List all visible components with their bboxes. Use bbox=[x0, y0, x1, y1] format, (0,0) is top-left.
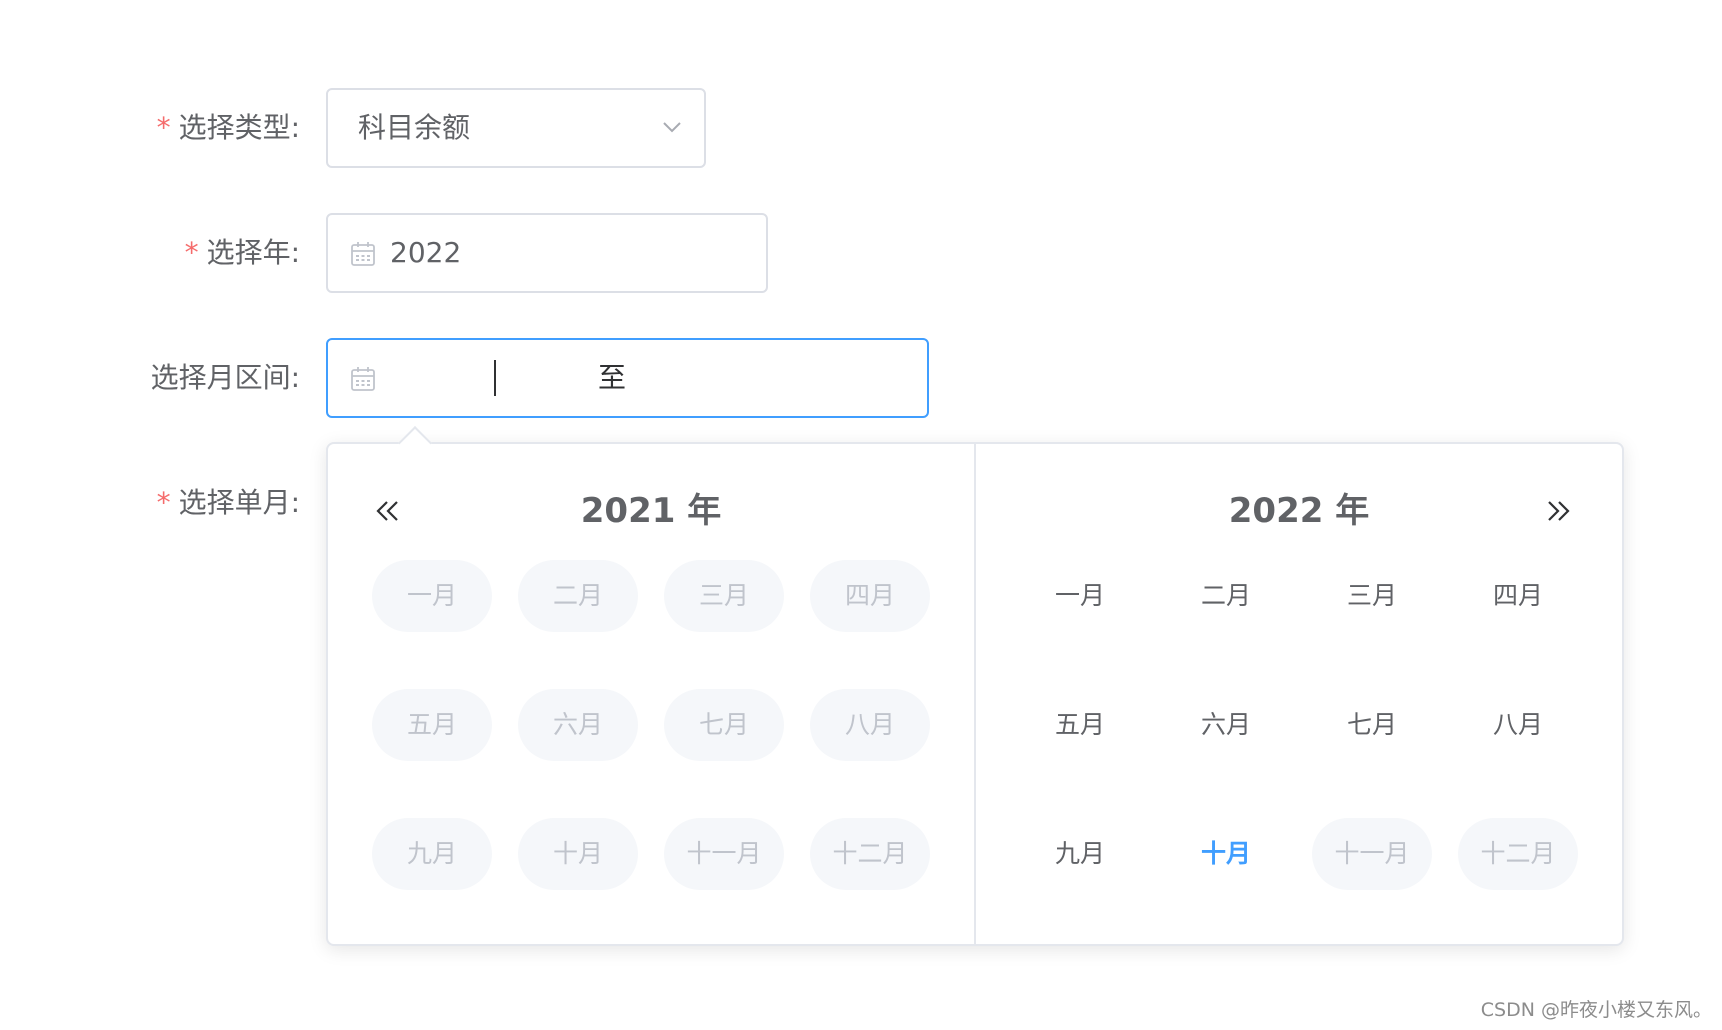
right-year-panel: 2022 年 一月 二月 三月 四月五月 六月 七月 八月九月 十月 十一月 十二月 bbox=[976, 444, 1622, 944]
year-label: * 选择年: bbox=[184, 236, 300, 269]
left-month-cell: 十月 bbox=[518, 818, 638, 890]
right-month-cell[interactable]: 四月 bbox=[1458, 560, 1578, 632]
single-month-label: * 选择单月: bbox=[156, 486, 300, 519]
right-month-cell[interactable]: 六月 bbox=[1166, 689, 1286, 761]
right-month-cell[interactable]: 九月 bbox=[1020, 818, 1140, 890]
right-month-cell[interactable]: 五月 bbox=[1020, 689, 1140, 761]
left-year-panel: 2021 年 一月 二月 三月 四月五月 六月 七月 八月九月 十月 十一月 十二月 bbox=[328, 444, 974, 944]
month-range-label: 选择月区间: bbox=[150, 361, 300, 394]
calendar-icon bbox=[351, 242, 375, 266]
right-month-cell[interactable]: 一月 bbox=[1020, 560, 1140, 632]
year-form-item: * 选择年: bbox=[0, 213, 300, 293]
right-month-cell[interactable]: 八月 bbox=[1458, 689, 1578, 761]
left-month-cell: 二月 bbox=[518, 560, 638, 632]
type-form-item: * 选择类型: bbox=[0, 88, 300, 168]
calendar-icon bbox=[351, 367, 375, 391]
month-range-form-item: 选择月区间: bbox=[0, 338, 300, 418]
left-month-cell: 五月 bbox=[372, 689, 492, 761]
left-month-cell: 八月 bbox=[810, 689, 930, 761]
single-month-form-item: * 选择单月: bbox=[0, 463, 300, 543]
range-start-input[interactable] bbox=[494, 360, 496, 396]
month-range-input[interactable]: 至 bbox=[326, 338, 929, 418]
right-month-cell: 十一月 bbox=[1312, 818, 1432, 890]
right-month-cell[interactable]: 十月 bbox=[1166, 818, 1286, 890]
left-month-cell: 六月 bbox=[518, 689, 638, 761]
required-mark: * bbox=[156, 111, 171, 144]
right-month-cell: 十二月 bbox=[1458, 818, 1578, 890]
left-month-cell: 九月 bbox=[372, 818, 492, 890]
range-separator: 至 bbox=[598, 361, 627, 394]
right-month-cell[interactable]: 二月 bbox=[1166, 560, 1286, 632]
left-month-cell: 四月 bbox=[810, 560, 930, 632]
required-mark: * bbox=[184, 236, 199, 269]
right-month-cell[interactable]: 七月 bbox=[1312, 689, 1432, 761]
left-month-cell: 一月 bbox=[372, 560, 492, 632]
type-select-value: 科目余额 bbox=[358, 111, 471, 144]
type-select[interactable]: 科目余额 bbox=[326, 88, 706, 168]
type-label: * 选择类型: bbox=[156, 111, 300, 144]
left-panel-title: 2021 年 bbox=[580, 491, 722, 531]
chevron-down-icon bbox=[663, 122, 681, 133]
right-panel-title: 2022 年 bbox=[1228, 491, 1370, 531]
left-month-cell: 七月 bbox=[664, 689, 784, 761]
year-picker-input[interactable]: 2022 bbox=[326, 213, 768, 293]
required-mark: * bbox=[156, 486, 171, 519]
left-month-cell: 十一月 bbox=[664, 818, 784, 890]
month-range-picker-panel: 2021 年 一月 二月 三月 四月 五月 六月 七月 八月 九月 十月 十一月 十二月 2022 年… bbox=[326, 426, 1624, 946]
double-chevron-right-icon[interactable] bbox=[1538, 492, 1576, 530]
right-month-cell[interactable]: 三月 bbox=[1312, 560, 1432, 632]
watermark: CSDN @昨夜小楼又东风。 bbox=[1480, 999, 1712, 1021]
left-month-cell: 三月 bbox=[664, 560, 784, 632]
left-month-cell: 十二月 bbox=[810, 818, 930, 890]
year-value: 2022 bbox=[390, 236, 462, 269]
